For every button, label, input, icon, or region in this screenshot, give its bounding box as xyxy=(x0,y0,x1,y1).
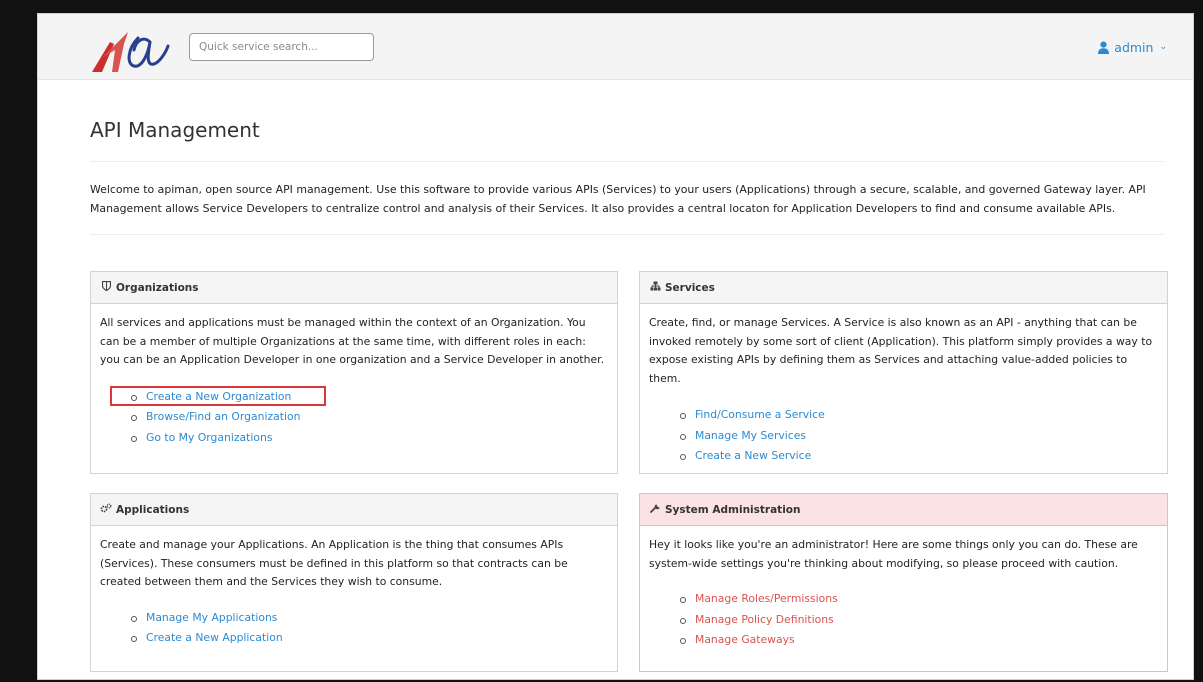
services-panel: Services Create, find, or manage Service… xyxy=(639,271,1168,474)
panel-description: Hey it looks like you're an administrato… xyxy=(649,538,1138,570)
list-item: Browse/Find an Organization xyxy=(100,407,608,428)
admin-links: Manage Roles/Permissions Manage Policy D… xyxy=(649,589,1158,651)
my-organizations-link[interactable]: Go to My Organizations xyxy=(146,431,272,444)
manage-policy-definitions-link[interactable]: Manage Policy Definitions xyxy=(695,613,834,626)
page-title: API Management xyxy=(90,118,260,142)
chevron-down-icon: ⌄ xyxy=(1159,42,1167,52)
list-item: Create a New Application xyxy=(100,628,608,649)
user-menu[interactable]: admin ⌄ xyxy=(1098,38,1167,56)
app-window: admin ⌄ API Management Welcome to apiman… xyxy=(37,13,1194,680)
manage-roles-link[interactable]: Manage Roles/Permissions xyxy=(695,592,838,605)
create-application-link[interactable]: Create a New Application xyxy=(146,631,283,644)
services-links: Find/Consume a Service Manage My Service… xyxy=(649,405,1158,467)
panel-description: Create, find, or manage Services. A Serv… xyxy=(649,316,1153,385)
shield-icon xyxy=(100,280,112,294)
system-administration-panel: System Administration Hey it looks like … xyxy=(639,493,1168,672)
manage-applications-link[interactable]: Manage My Applications xyxy=(146,611,277,624)
list-item: Manage My Services xyxy=(649,426,1158,447)
user-icon xyxy=(1098,41,1110,54)
divider xyxy=(90,234,1164,235)
organizations-panel: Organizations All services and applicati… xyxy=(90,271,618,474)
panel-title: Organizations xyxy=(116,281,199,294)
user-name: admin xyxy=(1114,39,1154,55)
find-service-link[interactable]: Find/Consume a Service xyxy=(695,408,825,421)
panel-title: Services xyxy=(665,281,715,294)
panel-header: Organizations xyxy=(91,272,617,304)
list-item: Manage Roles/Permissions xyxy=(649,589,1158,610)
highlight-box xyxy=(110,386,326,406)
gears-icon xyxy=(100,503,112,516)
panel-header: System Administration xyxy=(640,494,1167,526)
welcome-text: Welcome to apiman, open source API manag… xyxy=(90,183,1146,215)
applications-panel: Applications Create and manage your Appl… xyxy=(90,493,618,672)
panel-header: Applications xyxy=(91,494,617,526)
list-item: Find/Consume a Service xyxy=(649,405,1158,426)
panel-title: Applications xyxy=(116,503,190,516)
panel-description: Create and manage your Applications. An … xyxy=(100,538,568,588)
create-service-link[interactable]: Create a New Service xyxy=(695,449,811,462)
list-item: Manage My Applications xyxy=(100,608,608,629)
browse-organization-link[interactable]: Browse/Find an Organization xyxy=(146,410,300,423)
applications-links: Manage My Applications Create a New Appl… xyxy=(100,608,608,649)
quick-search-input[interactable] xyxy=(189,33,374,61)
sitemap-icon xyxy=(649,281,661,294)
divider xyxy=(90,161,1164,162)
list-item: Go to My Organizations xyxy=(100,428,608,449)
list-item: Manage Gateways xyxy=(649,630,1158,651)
manage-gateways-link[interactable]: Manage Gateways xyxy=(695,633,795,646)
wrench-icon xyxy=(649,503,661,516)
manage-services-link[interactable]: Manage My Services xyxy=(695,429,806,442)
list-item: Manage Policy Definitions xyxy=(649,610,1158,631)
panel-description: All services and applications must be ma… xyxy=(100,316,605,366)
top-navbar: admin ⌄ xyxy=(38,14,1193,80)
list-item: Create a New Service xyxy=(649,446,1158,467)
panel-header: Services xyxy=(640,272,1167,304)
apiman-logo[interactable] xyxy=(88,28,184,74)
panel-title: System Administration xyxy=(665,503,801,516)
